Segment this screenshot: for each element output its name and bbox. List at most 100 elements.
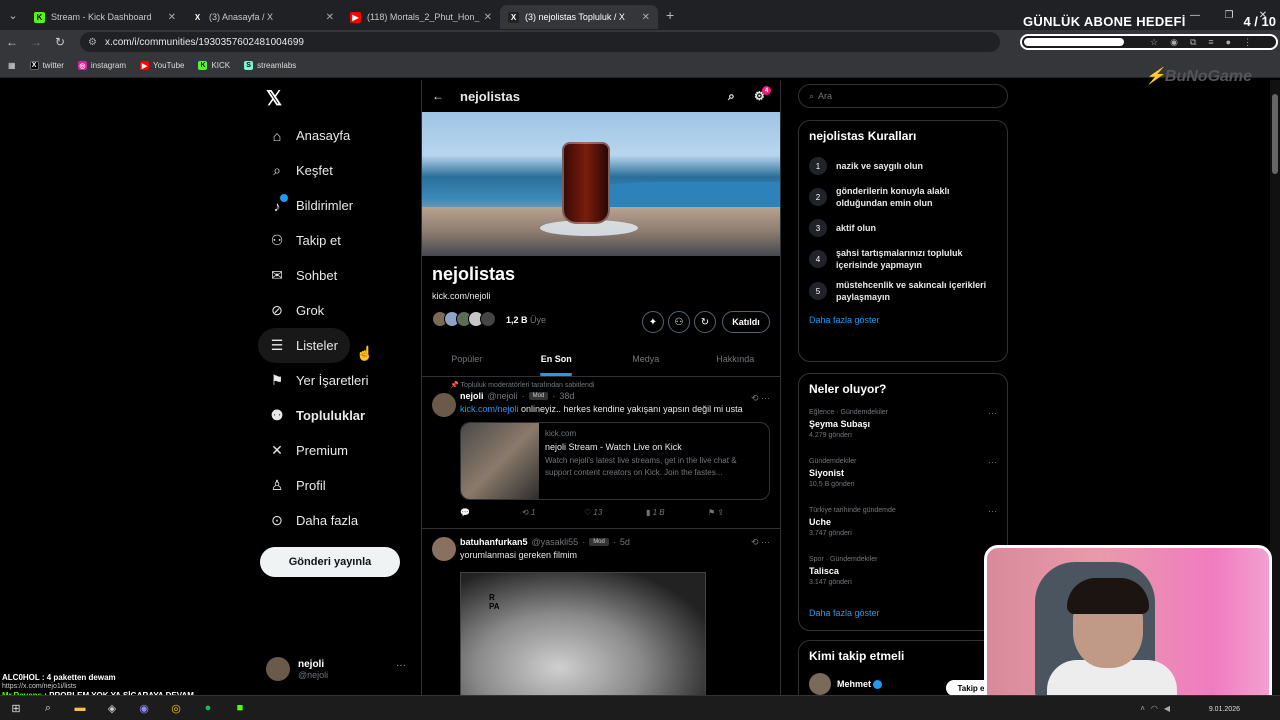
community-link[interactable]: kick.com/nejoli <box>422 285 780 301</box>
site-info-icon[interactable]: ⚙ <box>88 37 97 48</box>
member-count[interactable]: 1,2 B Üye <box>506 315 546 325</box>
x-logo-icon[interactable]: 𝕏 <box>266 86 282 111</box>
back-icon[interactable]: ← <box>0 35 24 49</box>
close-icon[interactable]: ✕ <box>168 12 176 23</box>
tab-popular[interactable]: Popüler <box>422 341 512 376</box>
avatar[interactable] <box>432 537 456 561</box>
back-arrow-icon[interactable]: ← <box>432 89 444 103</box>
joined-button[interactable]: Katıldı <box>722 311 770 333</box>
repost-button[interactable]: ⟲ 1 <box>522 508 584 517</box>
close-icon[interactable]: ✕ <box>484 12 492 23</box>
views-button[interactable]: ▮ 1 B <box>646 508 708 517</box>
more-icon[interactable]: ··· <box>988 408 997 418</box>
tab-media[interactable]: Medya <box>601 341 691 376</box>
sidebar-item-more[interactable]: ⊙ Daha fazla <box>258 503 418 538</box>
post-actions: 💬 ⟲ 1 ♡ 13 ▮ 1 B ⚑ ⇪ <box>460 500 770 524</box>
post-item[interactable]: 📌 Topluluk moderatörleri tarafından sabi… <box>422 377 780 529</box>
trend-item[interactable]: Gündemdekiler Siyonist 10,5 B gönderi ··· <box>799 453 1007 502</box>
profile-icon[interactable]: ● <box>1226 37 1231 48</box>
more-icon[interactable]: ··· <box>396 660 406 671</box>
chrome-icon[interactable]: ◎ <box>165 699 187 717</box>
link-card[interactable]: kick.com nejoli Stream - Watch Live on K… <box>460 422 770 500</box>
like-button[interactable]: ♡ 13 <box>584 508 646 517</box>
post-link[interactable]: kick.com/nejoli <box>460 404 519 414</box>
bookmark-streamlabs[interactable]: Sstreamlabs <box>244 61 296 70</box>
post-more-icon[interactable]: ⟲ ··· <box>751 537 770 548</box>
browser-tab-active[interactable]: X (3) nejolistas Topluluk / X ✕ <box>500 5 658 29</box>
invite-icon[interactable]: ⚇ <box>668 311 690 333</box>
trends-show-more-link[interactable]: Daha fazla göster <box>799 600 1007 626</box>
url-field[interactable]: ⚙ x.com/i/communities/193035760248100469… <box>80 32 1000 52</box>
browser-tab[interactable]: ▶ (118) Mortals_2_Phut_Hon_Fun ✕ <box>342 5 500 29</box>
clock-date[interactable]: 9.01.2026 <box>1209 706 1240 713</box>
scrollbar-thumb[interactable] <box>1272 94 1278 174</box>
post-author-name[interactable]: batuhanfurkan5 <box>460 537 528 547</box>
star-icon[interactable]: ☆ <box>1150 37 1158 48</box>
post-item[interactable]: ⟲ ··· batuhanfurkan5 @yasakli55 · Mod · … <box>422 529 780 700</box>
file-explorer-icon[interactable]: ▬ <box>69 699 91 717</box>
spotify-icon[interactable]: ● <box>197 699 219 717</box>
trend-item[interactable]: Eğlence · Gündemdekiler Şeyma Subaşı 4.279… <box>799 404 1007 453</box>
sidebar-item-bookmarks[interactable]: ⚑ Yer İşaretleri <box>258 363 418 398</box>
search-icon[interactable]: ⌕ <box>728 89 735 104</box>
xray-label-bottom: PA <box>489 602 500 611</box>
sidebar-item-premium[interactable]: ✕ Premium <box>258 433 418 468</box>
trend-item[interactable]: Spor · Gündemdekiler Talisca 3.147 gönderi <box>799 551 1007 600</box>
more-icon[interactable]: ··· <box>988 457 997 467</box>
rules-show-more-link[interactable]: Daha fazla göster <box>799 307 1007 333</box>
sidebar-item-communities[interactable]: ⚉ Topluluklar <box>258 398 418 433</box>
post-image-xray[interactable]: R PA <box>460 572 706 700</box>
sidebar-item-profile[interactable]: ♙ Profil <box>258 468 418 503</box>
playlist-icon[interactable]: ≡ <box>1208 37 1213 48</box>
app-icon[interactable]: ◈ <box>101 699 123 717</box>
sidebar-item-explore[interactable]: ⌕ Keşfet <box>258 153 418 188</box>
volume-icon[interactable]: ◀ <box>1164 704 1170 713</box>
suggested-user-name: Mehmet <box>837 679 872 689</box>
account-switcher[interactable]: nejoli @nejoli ··· <box>266 654 416 684</box>
browser-tab[interactable]: X (3) Anasayfa / X ✕ <box>184 5 342 29</box>
search-icon[interactable]: ⌕ <box>37 699 59 717</box>
wifi-icon[interactable]: ◠ <box>1151 704 1158 713</box>
sparkle-icon[interactable]: ✦ <box>642 311 664 333</box>
reload-icon[interactable]: ↻ <box>48 35 72 49</box>
sidebar-item-label: Bildirimler <box>296 198 354 213</box>
kick-icon[interactable]: ■ <box>229 699 251 717</box>
sidebar-item-grok[interactable]: ⊘ Grok <box>258 293 418 328</box>
new-tab-button[interactable]: + <box>666 7 674 23</box>
trend-item[interactable]: Türkiye tarihinde gündemde Uche 3.747 gönd… <box>799 502 1007 551</box>
tab-about[interactable]: Hakkında <box>691 341 781 376</box>
sidebar-item-follow[interactable]: ⚇ Takip et <box>258 223 418 258</box>
reply-icon[interactable]: 💬 <box>460 508 522 517</box>
bookmark-twitter[interactable]: Xtwitter <box>29 61 64 70</box>
post-button[interactable]: Gönderi yayınla <box>260 547 400 577</box>
close-icon[interactable]: ✕ <box>642 12 650 23</box>
sidebar-item-messages[interactable]: ✉ Sohbet <box>258 258 418 293</box>
bookmark-kick[interactable]: K KICK <box>198 61 230 70</box>
apps-icon[interactable]: ▦ <box>8 61 16 70</box>
post-more-icon[interactable]: ⟲ ··· <box>751 393 770 404</box>
bookmark-instagram[interactable]: ◎ instagram <box>77 61 126 70</box>
more-icon[interactable]: ··· <box>988 506 997 516</box>
browser-tab[interactable]: K Stream - Kick Dashboard ✕ <box>26 5 184 29</box>
banner-tea-glass <box>562 142 610 224</box>
sidebar-item-home[interactable]: ⌂ Anasayfa <box>258 118 418 153</box>
avatar[interactable] <box>432 393 456 417</box>
post-author-name[interactable]: nejoli <box>460 391 484 401</box>
sidebar-item-lists[interactable]: ☰ Listeler <box>258 328 350 363</box>
discord-icon[interactable]: ◉ <box>133 699 155 717</box>
tab-search-button[interactable]: ⌄ <box>0 0 26 30</box>
audio-icon[interactable]: ◉ <box>1170 37 1178 48</box>
sidebar-item-notifications[interactable]: ♪ Bildirimler <box>258 188 418 223</box>
close-icon[interactable]: ✕ <box>326 12 334 23</box>
tray-chevron-icon[interactable]: ˄ <box>1140 704 1145 713</box>
share-icon[interactable]: ↻ <box>694 311 716 333</box>
search-input[interactable]: ⌕ Ara <box>798 84 1008 108</box>
forward-icon[interactable]: → <box>24 35 48 49</box>
tab-latest[interactable]: En Son <box>512 341 602 376</box>
bookmark-youtube[interactable]: ▶ YouTube <box>140 61 184 70</box>
extensions-icon[interactable]: ⧉ <box>1190 37 1196 48</box>
windows-start-icon[interactable]: ⊞ <box>5 699 27 717</box>
bookmark-icon[interactable]: ⚑ ⇪ <box>708 508 770 517</box>
communities-icon: ⚉ <box>270 407 284 423</box>
menu-icon[interactable]: ⋮ <box>1243 37 1252 48</box>
